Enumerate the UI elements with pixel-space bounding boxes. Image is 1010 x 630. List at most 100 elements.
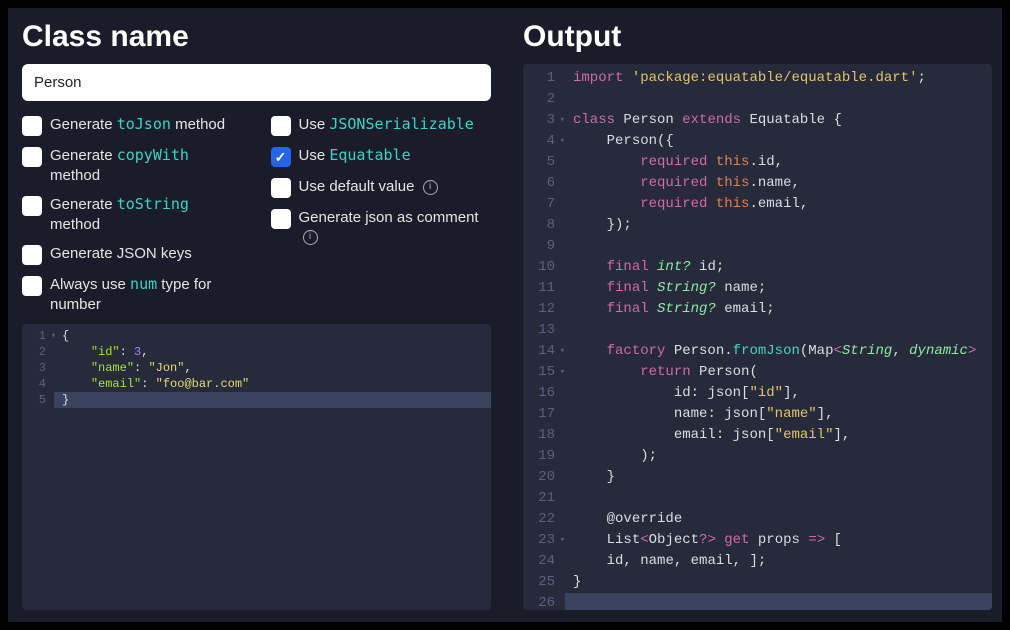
line-number: 17 [529, 404, 555, 425]
line-number: 24 [529, 551, 555, 572]
code-line [565, 593, 992, 610]
line-number: 23 [529, 530, 555, 551]
checkbox-icon[interactable] [271, 116, 291, 136]
line-number: 3 [28, 360, 46, 376]
checkbox-icon[interactable] [22, 245, 42, 265]
line-number: 12 [529, 299, 555, 320]
options-column-2: Use JSONSerializable Use Equatable Use def… [271, 115, 492, 314]
code-line: id, name, email, ]; [573, 551, 984, 572]
checkbox-icon[interactable] [271, 147, 291, 167]
json-gutter: 12345 [22, 324, 54, 610]
option-label: Use Equatable [299, 146, 411, 166]
code-line: factory Person.fromJson(Map<String, dyna… [573, 341, 984, 362]
option-label: Generate toString method [50, 195, 243, 234]
code-line [573, 488, 984, 509]
line-number: 14 [529, 341, 555, 362]
line-number: 8 [529, 215, 555, 236]
option-checkbox[interactable]: Generate copyWith method [22, 146, 243, 185]
json-input-editor[interactable]: 12345 { "id": 3, "name": "Jon", "email":… [22, 324, 491, 610]
option-label: Generate copyWith method [50, 146, 243, 185]
line-number: 16 [529, 383, 555, 404]
checkbox-icon[interactable] [22, 196, 42, 216]
line-number: 9 [529, 236, 555, 257]
code-line: }); [573, 215, 984, 236]
line-number: 25 [529, 572, 555, 593]
option-label: Use JSONSerializable [299, 115, 474, 135]
line-number: 15 [529, 362, 555, 383]
code-line: @override [573, 509, 984, 530]
line-number: 11 [529, 278, 555, 299]
json-code[interactable]: { "id": 3, "name": "Jon", "email": "foo@… [54, 324, 491, 610]
line-number: 19 [529, 446, 555, 467]
code-line: Person({ [573, 131, 984, 152]
code-line: } [573, 572, 984, 593]
option-label: Generate toJson method [50, 115, 225, 135]
line-number: 6 [529, 173, 555, 194]
output-gutter: 1234567891011121314151617181920212223242… [523, 64, 565, 610]
option-checkbox[interactable]: Generate JSON keys [22, 244, 243, 265]
option-checkbox[interactable]: Generate json as comment i [271, 208, 492, 247]
line-number: 21 [529, 488, 555, 509]
line-number: 5 [28, 392, 46, 408]
line-number: 10 [529, 257, 555, 278]
checkbox-icon[interactable] [271, 209, 291, 229]
output-code: import 'package:equatable/equatable.dart… [565, 64, 992, 610]
class-name-input[interactable] [22, 64, 491, 101]
checkbox-icon[interactable] [271, 178, 291, 198]
option-checkbox[interactable]: Use Equatable [271, 146, 492, 167]
line-number: 2 [28, 344, 46, 360]
code-line: required this.email, [573, 194, 984, 215]
line-number: 5 [529, 152, 555, 173]
option-checkbox[interactable]: Generate toJson method [22, 115, 243, 136]
code-line: import 'package:equatable/equatable.dart… [573, 68, 984, 89]
code-line: id: json["id"], [573, 383, 984, 404]
code-line: } [573, 467, 984, 488]
line-number: 4 [28, 376, 46, 392]
line-number: 18 [529, 425, 555, 446]
option-label: Always use num type for number [50, 275, 243, 314]
code-line: name: json["name"], [573, 404, 984, 425]
code-line: { [62, 328, 483, 344]
line-number: 13 [529, 320, 555, 341]
code-line: final String? name; [573, 278, 984, 299]
code-line: email: json["email"], [573, 425, 984, 446]
line-number: 2 [529, 89, 555, 110]
line-number: 3 [529, 110, 555, 131]
code-line [573, 89, 984, 110]
code-line: } [54, 392, 491, 408]
code-line [573, 320, 984, 341]
code-line: required this.name, [573, 173, 984, 194]
option-checkbox[interactable]: Use JSONSerializable [271, 115, 492, 136]
option-label: Use default value i [299, 177, 438, 197]
code-line: final String? email; [573, 299, 984, 320]
code-line: "id": 3, [62, 344, 483, 360]
code-line: "name": "Jon", [62, 360, 483, 376]
line-number: 26 [529, 593, 555, 610]
code-line: return Person( [573, 362, 984, 383]
code-line: final int? id; [573, 257, 984, 278]
option-checkbox[interactable]: Always use num type for number [22, 275, 243, 314]
line-number: 22 [529, 509, 555, 530]
options-column-1: Generate toJson method Generate copyWith … [22, 115, 243, 314]
line-number: 1 [28, 328, 46, 344]
option-checkbox[interactable]: Generate toString method [22, 195, 243, 234]
output-editor[interactable]: 1234567891011121314151617181920212223242… [523, 64, 992, 610]
line-number: 4 [529, 131, 555, 152]
code-line: List<Object?> get props => [ [573, 530, 984, 551]
code-line: class Person extends Equatable { [573, 110, 984, 131]
code-line: required this.id, [573, 152, 984, 173]
checkbox-icon[interactable] [22, 276, 42, 296]
option-checkbox[interactable]: Use default value i [271, 177, 492, 198]
code-line: "email": "foo@bar.com" [62, 376, 483, 392]
info-icon[interactable]: i [303, 230, 318, 245]
option-label: Generate JSON keys [50, 244, 192, 264]
line-number: 7 [529, 194, 555, 215]
info-icon[interactable]: i [423, 180, 438, 195]
line-number: 1 [529, 68, 555, 89]
code-line: ); [573, 446, 984, 467]
option-label: Generate json as comment i [299, 208, 492, 247]
checkbox-icon[interactable] [22, 147, 42, 167]
checkbox-icon[interactable] [22, 116, 42, 136]
output-heading: Output [523, 20, 992, 54]
line-number: 20 [529, 467, 555, 488]
